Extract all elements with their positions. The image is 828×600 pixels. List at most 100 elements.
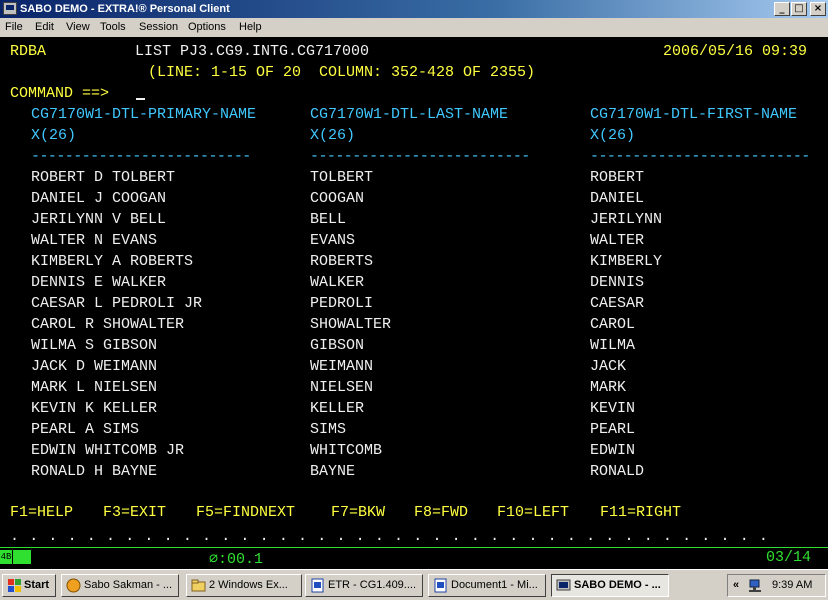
function-key-f8[interactable]: F8=FWD [414,504,468,522]
function-key-f7[interactable]: F7=BKW [331,504,385,522]
status-line: 4B ⌀:00.1 03/14 [0,547,828,569]
taskbar-item-etr[interactable]: ETR - CG1.409.... [305,574,423,597]
table-cell-first-name: DENNIS [590,274,645,291]
taskbar-item-label: SABO DEMO - ... [574,579,661,591]
table-cell-first-name: CAROL [590,316,636,333]
table-cell-primary-name: CAROL R SHOWALTER [31,316,185,333]
table-cell-last-name: COOGAN [310,190,365,207]
menu-session[interactable]: Session [139,18,178,37]
function-key-f5[interactable]: F5=FINDNEXT [196,504,295,522]
list-title: LIST PJ3.CG9.INTG.CG717000 [135,43,370,60]
table-cell-first-name: WILMA [590,337,636,354]
table-cell-primary-name: EDWIN WHITCOMB JR [31,442,185,459]
window-title-bar[interactable]: SABO DEMO - EXTRA!® Personal Client _ □ … [0,0,828,18]
menu-help[interactable]: Help [239,18,262,37]
table-cell-last-name: TOLBERT [310,169,374,186]
table-cell-primary-name: JERILYNN V BELL [31,211,167,228]
table-cell-first-name: EDWIN [590,442,636,459]
taskbar-item-sabo[interactable]: Sabo Sakman - ... [61,574,179,597]
table-cell-first-name: KEVIN [590,400,636,417]
dot-line: . . . . . . . . . . . . . . . . . . . . … [10,528,769,545]
table-cell-last-name: BAYNE [310,463,356,480]
menu-tools[interactable]: Tools [100,18,126,37]
table-cell-first-name: ROBERT [590,169,645,186]
network-icon[interactable] [748,578,764,593]
table-cell-first-name: PEARL [590,421,636,438]
table-cell-primary-name: CAESAR L PEDROLI JR [31,295,203,312]
minimize-button[interactable]: _ [774,2,790,16]
session-timer: ⌀:00.1 [209,551,264,568]
menu-view[interactable]: View [66,18,90,37]
table-cell-primary-name: PEARL A SIMS [31,421,140,438]
table-cell-primary-name: MARK L NIELSEN [31,379,158,396]
menu-edit[interactable]: Edit [35,18,54,37]
table-cell-first-name: DANIEL [590,190,645,207]
table-cell-first-name: JACK [590,358,627,375]
table-cell-primary-name: KIMBERLY A ROBERTS [31,253,194,270]
windows-logo-icon [8,579,21,592]
table-cell-first-name: JERILYNN [590,211,663,228]
word-document-icon [434,578,447,593]
window-title: SABO DEMO - EXTRA!® Personal Client [20,3,230,15]
table-cell-last-name: SHOWALTER [310,316,392,333]
close-button[interactable]: × [810,2,826,16]
start-button[interactable]: Start [2,574,56,597]
start-label: Start [24,579,50,591]
menu-options[interactable]: Options [188,18,226,37]
table-cell-primary-name: ROBERT D TOLBERT [31,169,176,186]
taskbar-item-sabo[interactable]: SABO DEMO - ... [551,574,669,597]
column-format-primary-name: X(26) [31,127,77,144]
column-rule-primary-name: -------------------------- [31,148,251,165]
table-cell-first-name: KIMBERLY [590,253,663,270]
command-prompt-label: COMMAND ==> [10,85,110,102]
table-cell-first-name: MARK [590,379,627,396]
terminal-screen[interactable]: RDBA LIST PJ3.CG9.INTG.CG717000 2006/05/… [0,37,828,547]
table-cell-last-name: BELL [310,211,347,228]
system-id: RDBA [10,43,47,60]
folder-icon [191,579,206,592]
taskbar-item-label: ETR - CG1.409.... [328,579,417,591]
table-cell-last-name: EVANS [310,232,356,249]
function-key-f11[interactable]: F11=RIGHT [600,504,681,522]
table-cell-first-name: CAESAR [590,295,645,312]
menu-bar: File Edit View Tools Session Options Hel… [0,18,828,37]
table-cell-primary-name: DANIEL J COOGAN [31,190,167,207]
status-block [13,550,31,564]
position-info: (LINE: 1-15 OF 20 COLUMN: 352-428 OF 235… [148,64,536,81]
column-name-first-name: CG7170W1-DTL-FIRST-NAME [590,106,798,123]
datetime: 2006/05/16 09:39 [663,43,808,60]
clock[interactable]: 9:39 AM [772,575,812,596]
table-cell-first-name: RONALD [590,463,645,480]
text-cursor [136,98,145,100]
table-cell-primary-name: DENNIS E WALKER [31,274,167,291]
system-tray: « 9:39 AM [727,574,826,597]
table-cell-first-name: WALTER [590,232,645,249]
table-cell-last-name: GIBSON [310,337,365,354]
column-rule-first-name: -------------------------- [590,148,810,165]
restore-button[interactable]: □ [791,2,807,16]
table-cell-primary-name: WALTER N EVANS [31,232,158,249]
cursor-position: 03/14 [766,549,812,566]
messenger-icon [66,578,81,593]
command-input[interactable] [136,85,145,103]
column-name-primary-name: CG7170W1-DTL-PRIMARY-NAME [31,106,257,123]
table-cell-primary-name: KEVIN K KELLER [31,400,158,417]
tray-expand-chevron[interactable]: « [733,575,739,596]
function-key-f3[interactable]: F3=EXIT [103,504,166,522]
function-key-f10[interactable]: F10=LEFT [497,504,569,522]
taskbar-item-label: Document1 - Mi... [451,579,538,591]
word-document-icon [311,578,324,593]
taskbar-item-2[interactable]: 2 Windows Ex... [186,574,302,597]
function-key-f1[interactable]: F1=HELP [10,504,73,522]
table-cell-primary-name: WILMA S GIBSON [31,337,158,354]
table-cell-primary-name: RONALD H BAYNE [31,463,158,480]
menu-file[interactable]: File [5,18,23,37]
taskbar-item-document1[interactable]: Document1 - Mi... [428,574,546,597]
table-cell-last-name: ROBERTS [310,253,374,270]
status-indicator: 4B [0,550,12,564]
terminal-app-icon[interactable] [3,2,17,15]
column-name-last-name: CG7170W1-DTL-LAST-NAME [310,106,509,123]
column-format-last-name: X(26) [310,127,356,144]
taskbar-item-label: 2 Windows Ex... [209,579,288,591]
terminal-icon [556,579,571,591]
